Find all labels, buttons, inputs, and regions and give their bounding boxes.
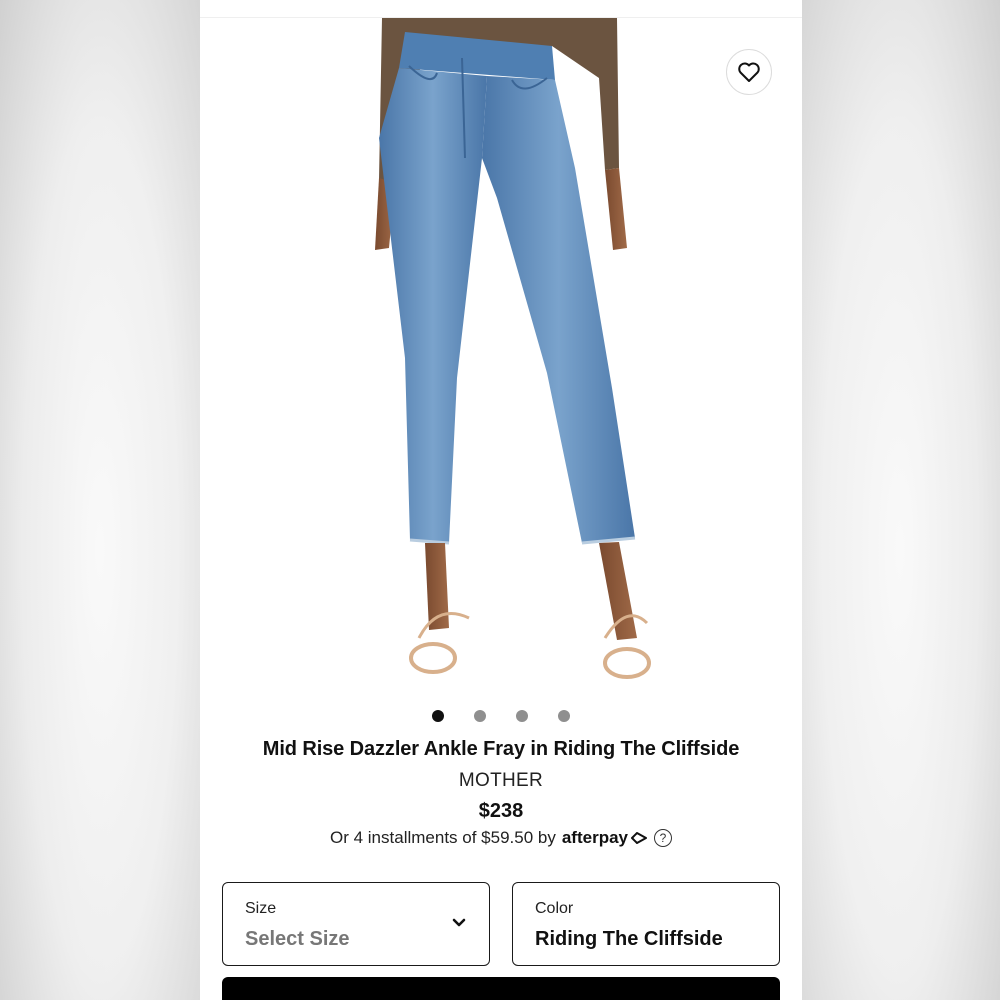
product-brand[interactable]: MOTHER [200,770,802,792]
wishlist-button[interactable] [726,49,772,95]
carousel-dot[interactable] [558,710,570,722]
color-select[interactable]: Color Riding The Cliffside [512,882,780,966]
product-image[interactable] [337,18,667,694]
chevron-down-icon [452,918,466,927]
header-strip [200,0,802,18]
product-price: $238 [478,800,524,822]
question-circle-icon[interactable]: ? [653,829,672,847]
size-select[interactable]: Size Select Size [222,882,490,966]
size-label: Size [245,900,277,917]
afterpay-arrows-icon [630,832,647,844]
product-page: Mid Rise Dazzler Ankle Fray in Riding Th… [200,18,802,1000]
carousel-dot[interactable] [474,710,486,722]
afterpay-logo[interactable]: afterpay [562,828,648,848]
color-label: Color [535,900,574,917]
afterpay-installments: Or 4 installments of $59.50 by afterpay … [200,828,802,848]
background-blur-right [800,0,1000,1000]
carousel-dot[interactable] [432,710,444,722]
image-carousel-dots [200,710,802,722]
heart-icon [738,62,760,82]
carousel-dot[interactable] [516,710,528,722]
size-value: Select Size [245,928,350,950]
installments-text: Or 4 installments of $59.50 by [330,828,556,847]
color-value: Riding The Cliffside [535,928,723,950]
afterpay-brand-text: afterpay [561,828,628,847]
add-to-bag-button[interactable] [222,977,780,1000]
product-title: Mid Rise Dazzler Ankle Fray in Riding Th… [262,738,740,760]
background-blur-left [0,0,200,1000]
